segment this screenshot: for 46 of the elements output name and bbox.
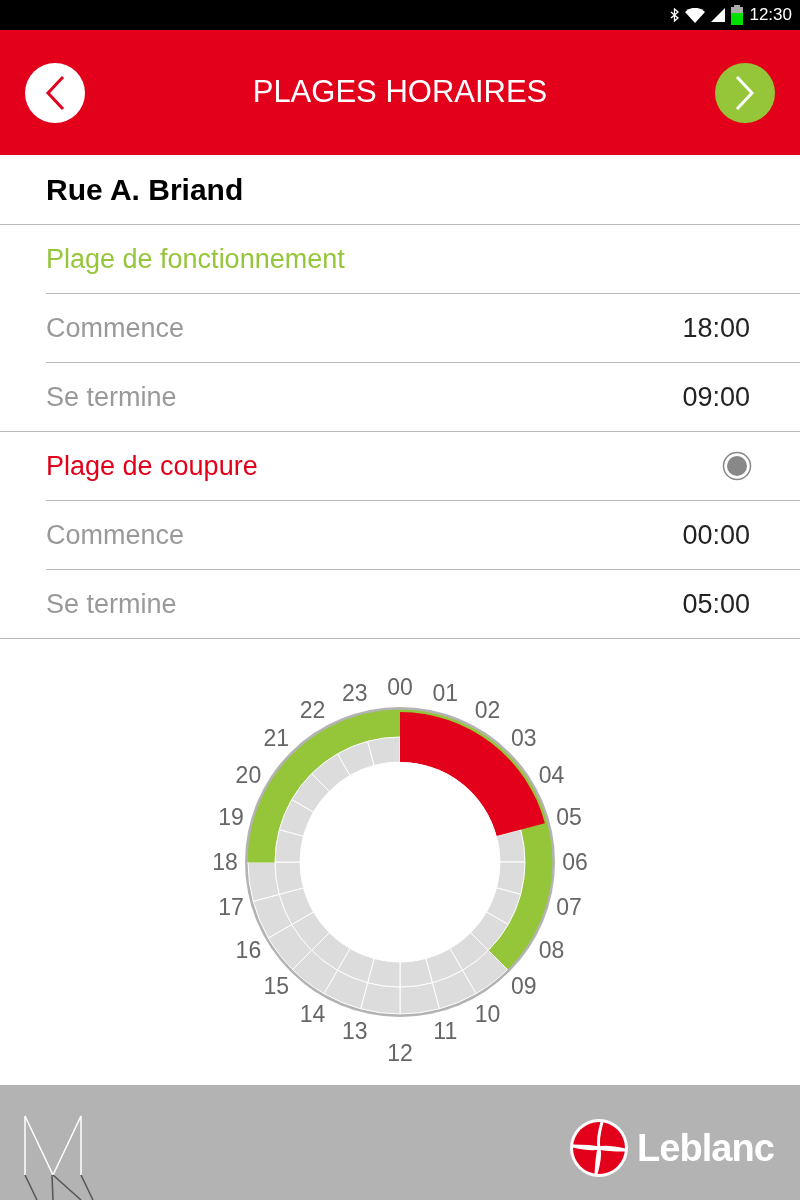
row-label: Commence (46, 518, 185, 552)
hour-label: 08 (538, 936, 565, 963)
row-label: Commence (46, 311, 185, 345)
time-value[interactable]: 05:00 (682, 583, 750, 625)
hour-label: 22 (299, 697, 326, 724)
bluetooth-icon (670, 8, 680, 22)
hour-label: 02 (474, 697, 501, 724)
wifi-icon (685, 7, 706, 23)
hour-label: 00 (387, 674, 413, 700)
hour-label: 09 (510, 972, 537, 999)
time-value[interactable]: 18:00 (682, 307, 750, 349)
hour-label: 14 (299, 1000, 326, 1027)
hour-label: 04 (538, 761, 565, 788)
hour-label: 16 (235, 936, 262, 963)
hour-label: 05 (556, 803, 582, 830)
brand-wordmark: Leblanc (637, 1125, 774, 1171)
status-time: 12:30 (749, 4, 792, 27)
row-label: Se termine (46, 380, 177, 414)
hour-label: 07 (556, 894, 582, 921)
time-value[interactable]: 09:00 (682, 376, 750, 418)
hour-label: 06 (562, 849, 588, 875)
hour-label: 01 (432, 680, 459, 706)
hour-label: 12 (387, 1040, 413, 1066)
hour-label: 18 (212, 849, 238, 875)
site-name: Rue A. Briand (46, 172, 244, 208)
radio-button[interactable] (722, 451, 752, 481)
section-title: Plage de coupure (46, 449, 258, 483)
hour-label: 20 (235, 761, 262, 788)
chevron-left-icon (45, 74, 65, 111)
time-value[interactable]: 00:00 (682, 514, 750, 556)
chevron-right-icon (735, 74, 755, 111)
hour-label: 03 (510, 725, 537, 752)
signal-icon (711, 8, 726, 22)
hour-label: 15 (263, 972, 290, 999)
screen-title: PLAGES HORAIRES (252, 73, 548, 112)
battery-icon (731, 5, 744, 25)
hour-label: 10 (474, 1000, 501, 1027)
hour-label: 17 (218, 894, 244, 921)
hour-label: 11 (433, 1018, 458, 1044)
hour-label: 23 (341, 680, 368, 706)
hour-label: 19 (218, 803, 244, 830)
hour-label: 21 (263, 725, 290, 752)
row-label: Se termine (46, 587, 177, 621)
star-disc-logo-icon (569, 1118, 630, 1178)
section-title: Plage de fonctionnement (46, 242, 345, 276)
hour-label: 13 (341, 1018, 368, 1044)
